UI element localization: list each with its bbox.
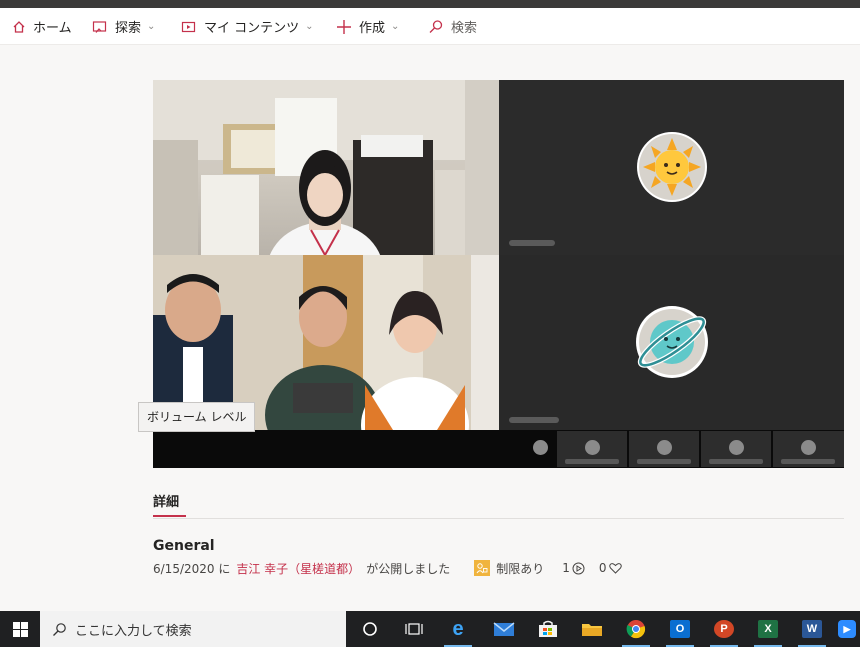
plus-icon <box>337 19 351 34</box>
tab-details-underline <box>153 515 186 517</box>
likes-value: 0 <box>598 561 607 575</box>
file-explorer-icon[interactable] <box>570 611 614 647</box>
nav-home-label: ホーム <box>33 21 72 36</box>
outlook-icon[interactable]: O <box>658 611 702 647</box>
zoom-icon[interactable]: ▶ <box>834 611 860 647</box>
taskbar-search[interactable]: ここに入力して検索 <box>40 611 346 647</box>
start-button[interactable] <box>0 611 40 647</box>
chevron-down-icon: ⌄ <box>147 21 156 32</box>
chevron-down-icon: ⌄ <box>391 21 400 32</box>
excel-icon[interactable]: X <box>746 611 790 647</box>
nav-my-content[interactable]: マイ コンテンツ ⌄ <box>181 8 314 45</box>
author-link[interactable]: 吉江 幸子（星槎道都） <box>236 560 360 577</box>
participant-strip <box>153 430 844 468</box>
store-icon[interactable] <box>526 611 570 647</box>
chrome-icon[interactable] <box>614 611 658 647</box>
chevron-down-icon: ⌄ <box>305 21 314 32</box>
home-icon <box>13 20 25 33</box>
nav-search-label: 検索 <box>451 21 478 36</box>
window-top-strip <box>0 0 860 8</box>
participant-thumb <box>701 431 771 467</box>
explore-icon <box>92 20 107 33</box>
participant-thumb <box>773 431 844 467</box>
nav-create[interactable]: 作成 ⌄ <box>336 8 399 45</box>
nav-create-label: 作成 <box>359 21 386 36</box>
mail-icon[interactable] <box>482 611 526 647</box>
participant-tile-sun <box>499 80 844 255</box>
participant-tile-planet <box>499 255 844 430</box>
participant-video-woman <box>153 80 499 255</box>
word-icon[interactable]: W <box>790 611 834 647</box>
windows-taskbar: ここに入力して検索 e O P X W ▶ <box>0 611 860 647</box>
video-icon <box>181 21 196 32</box>
participant-thumb <box>557 431 627 467</box>
views-value: 1 <box>562 561 570 575</box>
nav-explore[interactable]: 探索 ⌄ <box>92 8 155 45</box>
video-title: General <box>153 538 215 554</box>
nav-my-content-label: マイ コンテンツ <box>204 21 300 36</box>
nav-explore-label: 探索 <box>115 21 142 36</box>
search-icon <box>53 622 66 636</box>
taskbar-search-placeholder: ここに入力して検索 <box>75 623 192 639</box>
likes-button[interactable]: 0 <box>599 561 622 575</box>
participant-thumb <box>526 431 556 467</box>
restricted-icon <box>474 560 491 576</box>
tab-divider <box>153 518 844 519</box>
views-count: 1 <box>562 561 585 575</box>
nav-home[interactable]: ホーム <box>12 8 72 45</box>
tab-details[interactable]: 詳細 <box>153 491 179 510</box>
task-view-icon[interactable] <box>392 611 436 647</box>
participant-thumb <box>629 431 699 467</box>
volume-tooltip: ボリューム レベル <box>138 402 256 432</box>
edge-icon[interactable]: e <box>436 611 480 647</box>
windows-logo-icon <box>12 621 28 637</box>
publish-date: 6/15/2020 に <box>153 561 231 576</box>
permission-label: 制限あり <box>496 561 545 576</box>
video-meta: 6/15/2020 に 吉江 幸子（星槎道都） が公開しました 制限あり 1 0 <box>153 558 622 578</box>
cortana-icon[interactable] <box>348 611 392 647</box>
play-circle-icon <box>572 562 585 574</box>
published-text: が公開しました <box>366 561 451 576</box>
heart-icon <box>608 563 622 574</box>
powerpoint-icon[interactable]: P <box>702 611 746 647</box>
video-player[interactable] <box>153 80 844 468</box>
nav-search[interactable]: 検索 <box>428 8 477 45</box>
top-navigation: ホーム 探索 ⌄ マイ コンテンツ ⌄ 作成 ⌄ 検索 <box>0 8 860 45</box>
search-icon <box>429 19 443 33</box>
